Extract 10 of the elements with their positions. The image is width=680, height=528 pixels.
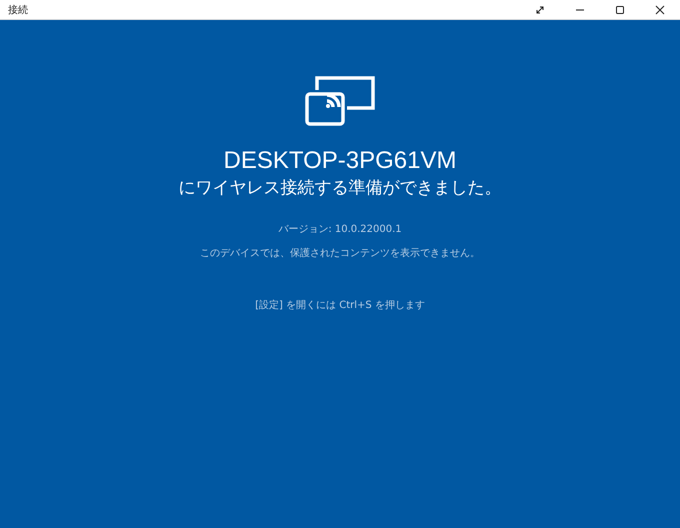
window-title: 接続 xyxy=(7,4,29,16)
maximize-icon[interactable] xyxy=(615,4,625,14)
version-text: バージョン: 10.0.22000.1 xyxy=(278,223,402,236)
device-name: DESKTOP-3PG61VM xyxy=(224,146,456,176)
close-icon[interactable] xyxy=(655,4,665,14)
hint-text: [設定] を開くには Ctrl+S を押します xyxy=(255,298,425,312)
expand-icon[interactable] xyxy=(535,4,545,14)
status-text: にワイヤレス接続する準備ができました。 xyxy=(178,177,502,200)
notice-text: このデバイスでは、保護されたコンテンツを表示できません。 xyxy=(200,246,480,260)
cast-screen-icon xyxy=(305,74,375,126)
